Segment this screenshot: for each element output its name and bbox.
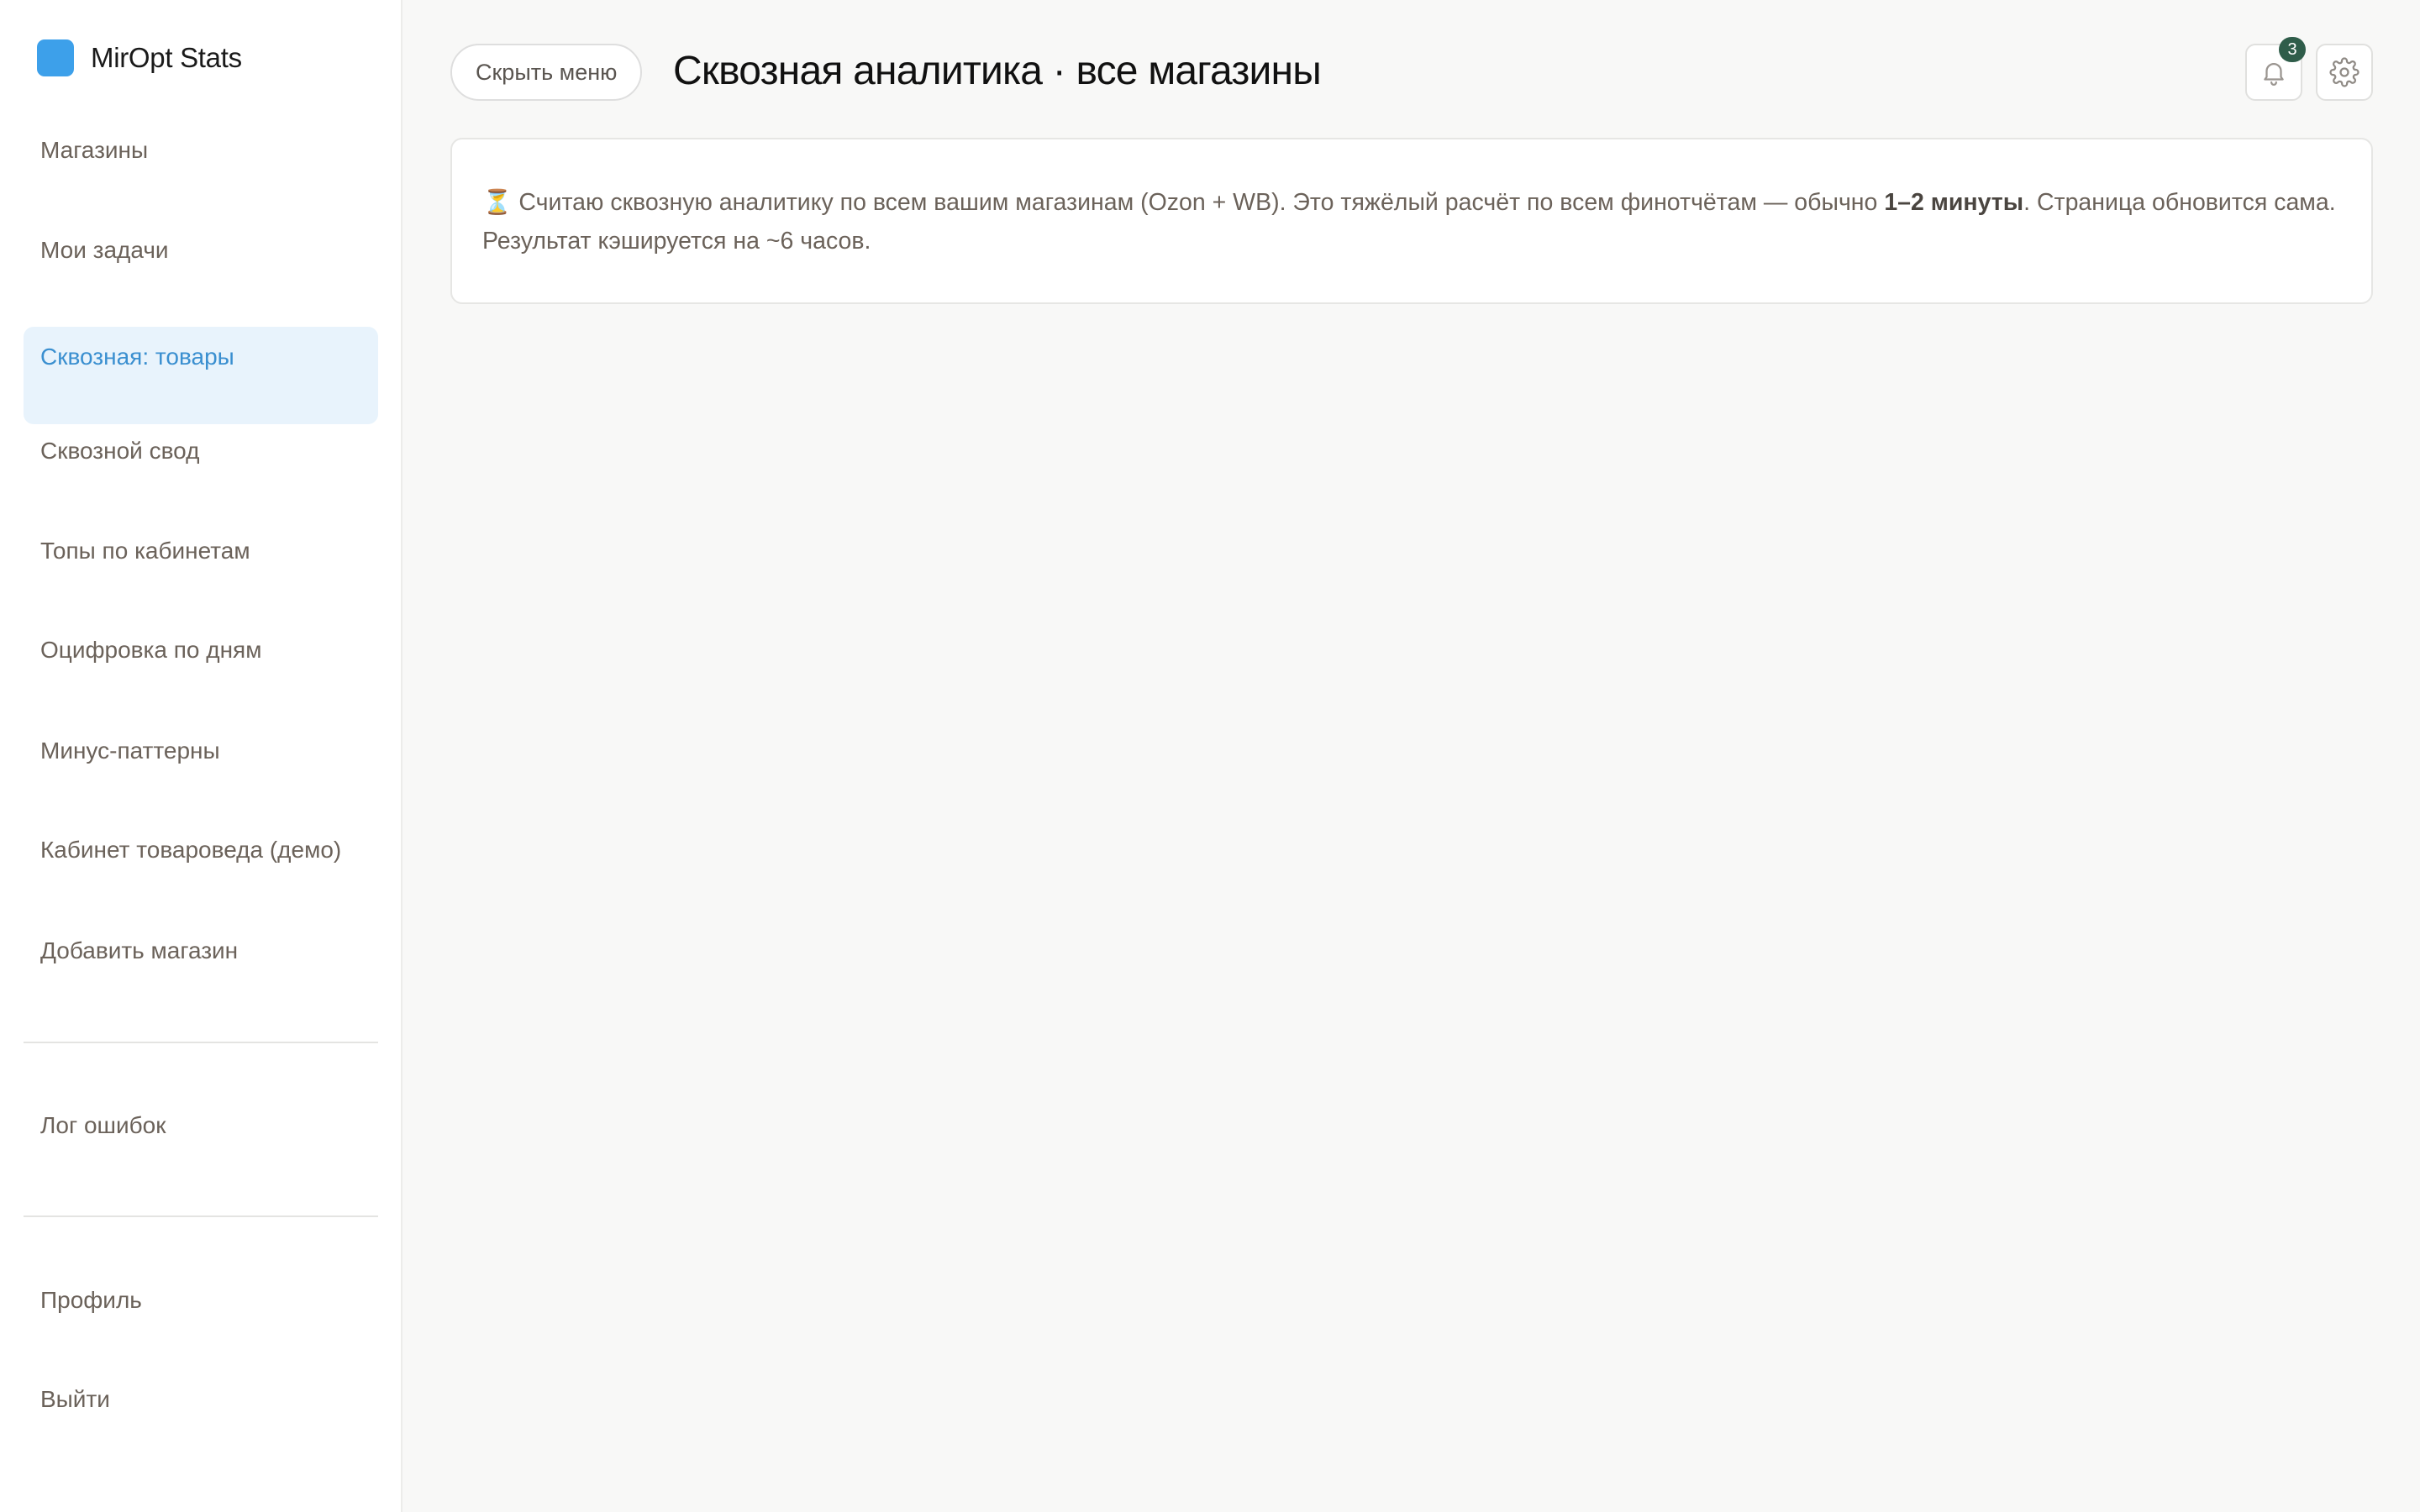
sidebar-item-add-shop[interactable]: Добавить магазин <box>24 906 378 1003</box>
page-title: Сквозная аналитика · все магазины <box>673 49 1322 93</box>
sidebar-item-label: Добавить магазин <box>40 937 239 963</box>
sidebar-item-label: Сквозной свод <box>40 438 200 464</box>
brand-name: MirOpt Stats <box>91 42 242 73</box>
sidebar-item-label: Лог ошибок <box>40 1112 166 1138</box>
sidebar-item-label: Сквозная: товары <box>40 344 234 370</box>
notification-count-badge: 3 <box>2279 37 2306 62</box>
sidebar-item-label: Выйти <box>40 1386 110 1412</box>
sidebar-item-label: Кабинет товароведа (демо) <box>40 837 342 863</box>
sidebar: MirOpt Stats Магазины Мои задачи Сквозна… <box>0 0 402 1512</box>
brand[interactable]: MirOpt Stats <box>37 39 242 77</box>
sidebar-item-my-tasks[interactable]: Мои задачи <box>24 205 378 302</box>
sidebar-item-error-log[interactable]: Лог ошибок <box>24 1080 378 1178</box>
notice-text: Считаю сквозную аналитику по всем вашим … <box>512 189 1885 216</box>
sidebar-item-label: Оцифровка по дням <box>40 637 262 663</box>
sidebar-item-merchandiser-demo[interactable]: Кабинет товароведа (демо) <box>24 805 378 902</box>
sidebar-item-label: Профиль <box>40 1287 142 1313</box>
bell-icon <box>2260 58 2288 87</box>
sidebar-divider <box>24 1215 378 1217</box>
notice-duration: 1–2 минуты <box>1884 189 2024 216</box>
gear-icon <box>2329 57 2360 87</box>
sidebar-divider <box>24 1042 378 1043</box>
sidebar-item-cross-summary[interactable]: Сквозной свод <box>24 406 378 503</box>
hide-menu-button[interactable]: Скрыть меню <box>450 44 643 101</box>
loading-notice: ⏳ Считаю сквозную аналитику по всем ваши… <box>450 138 2373 304</box>
sidebar-item-tops-by-accounts[interactable]: Топы по кабинетам <box>24 506 378 603</box>
brand-logo <box>37 39 74 76</box>
sidebar-item-label: Мои задачи <box>40 237 169 263</box>
settings-button[interactable] <box>2316 44 2373 101</box>
sidebar-item-label: Минус-паттерны <box>40 738 220 764</box>
sidebar-item-minus-patterns[interactable]: Минус-паттерны <box>24 706 378 803</box>
sidebar-item-label: Магазины <box>40 137 149 163</box>
sidebar-item-shops[interactable]: Магазины <box>24 105 378 202</box>
sidebar-item-profile[interactable]: Профиль <box>24 1255 378 1352</box>
notifications-button[interactable]: 3 <box>2245 37 2306 101</box>
sidebar-item-daily-digitization[interactable]: Оцифровка по дням <box>24 605 378 702</box>
hourglass-icon: ⏳ <box>482 189 513 216</box>
sidebar-item-logout[interactable]: Выйти <box>24 1354 378 1452</box>
sidebar-item-label: Топы по кабинетам <box>40 538 250 564</box>
